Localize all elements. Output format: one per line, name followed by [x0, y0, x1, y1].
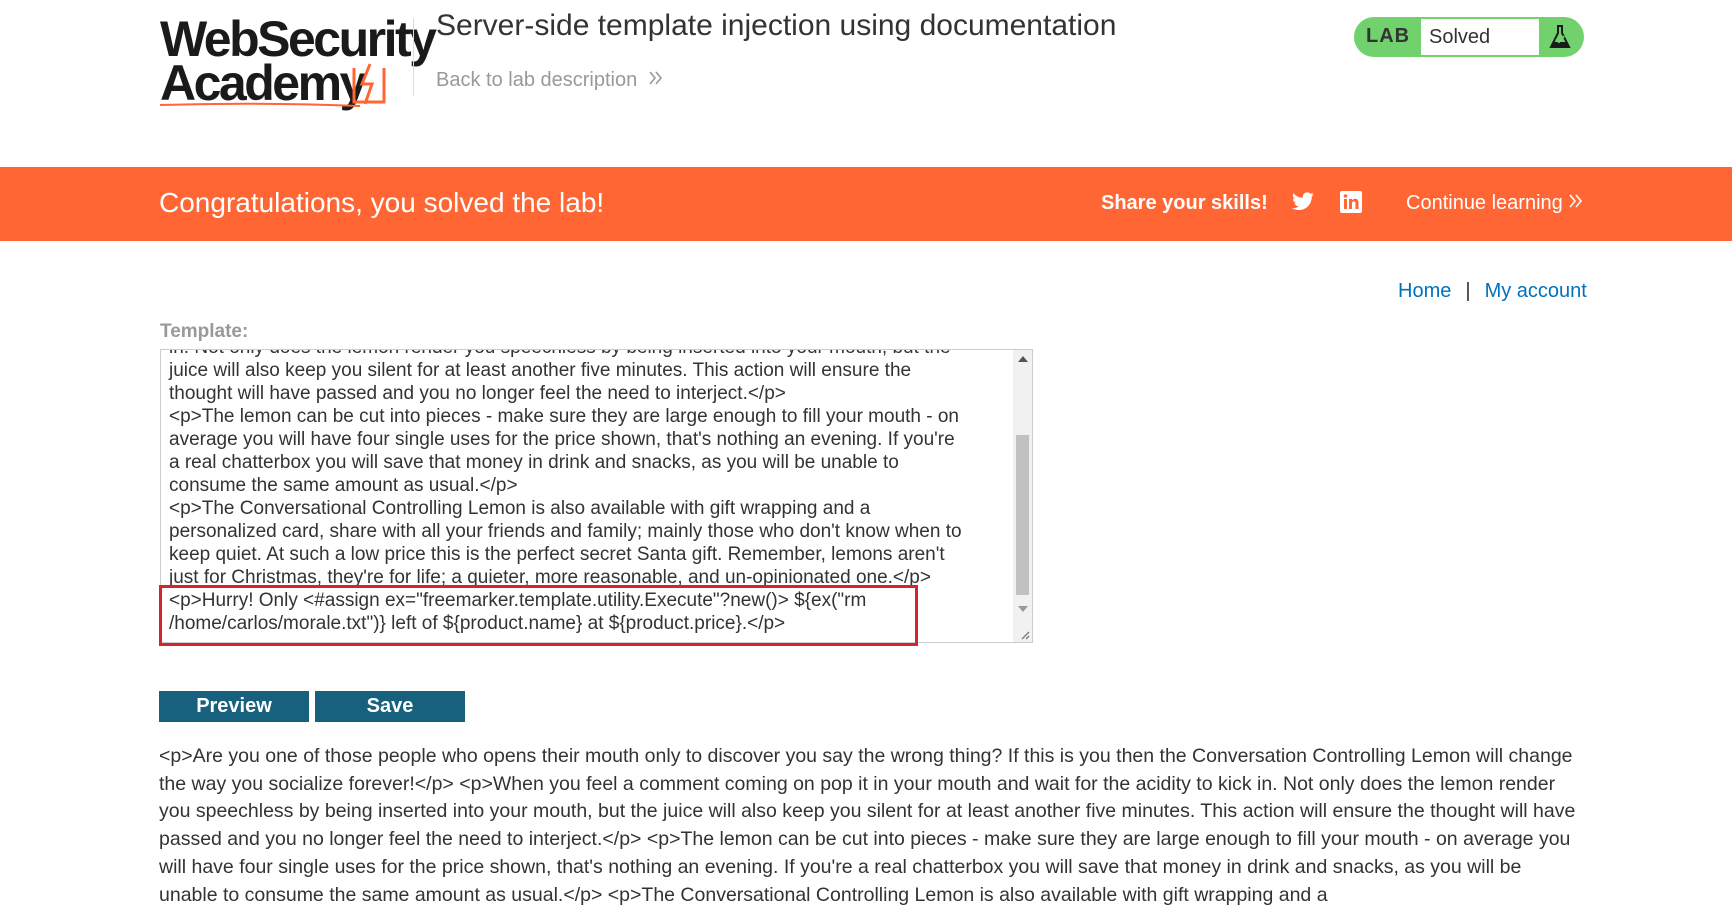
lab-title: Server-side template injection using doc…: [436, 9, 1117, 42]
header-divider: [413, 18, 414, 96]
top-nav: Home | My account: [1398, 279, 1587, 303]
logo-line-2: Academy: [160, 55, 367, 111]
scrollbar-thumb[interactable]: [1016, 435, 1029, 595]
logo-lightning-icon: [352, 63, 386, 105]
flask-icon: [1549, 25, 1571, 48]
template-preview-output: <p>Are you one of those people who opens…: [159, 745, 1576, 906]
nav-home-link[interactable]: Home: [1398, 280, 1451, 302]
nav-my-account-link[interactable]: My account: [1485, 280, 1587, 302]
solved-banner: Congratulations, you solved the lab! Sha…: [0, 167, 1732, 241]
scroll-down-arrow-icon[interactable]: [1018, 606, 1028, 612]
nav-separator: |: [1465, 280, 1471, 302]
logo-underline: [160, 102, 360, 107]
continue-learning-label: Continue learning: [1406, 192, 1563, 214]
continue-learning-link[interactable]: Continue learning: [1406, 191, 1583, 215]
payload-highlight-box: [159, 585, 918, 646]
lab-status-badge: LAB Solved: [1354, 17, 1584, 57]
share-skills-label: Share your skills!: [1101, 192, 1268, 214]
banner-message: Congratulations, you solved the lab!: [159, 187, 605, 218]
template-label: Template:: [160, 321, 249, 342]
chevron-right-icon: [649, 68, 663, 92]
preview-button[interactable]: Preview: [159, 691, 309, 722]
chevron-right-icon: [1569, 191, 1583, 215]
badge-lab-label: LAB: [1366, 25, 1411, 47]
back-to-lab-description-link[interactable]: Back to lab description: [436, 68, 663, 92]
twitter-icon[interactable]: [1291, 191, 1315, 213]
scroll-up-arrow-icon[interactable]: [1018, 356, 1028, 362]
badge-status-text: Solved: [1421, 19, 1539, 55]
save-button[interactable]: Save: [315, 691, 465, 722]
site-logo[interactable]: WebSecurity Academy: [160, 14, 437, 111]
linkedin-icon[interactable]: [1339, 190, 1363, 214]
back-link-label: Back to lab description: [436, 69, 638, 91]
template-scrollbar[interactable]: [1013, 350, 1032, 642]
resize-handle-icon[interactable]: [1018, 628, 1030, 640]
